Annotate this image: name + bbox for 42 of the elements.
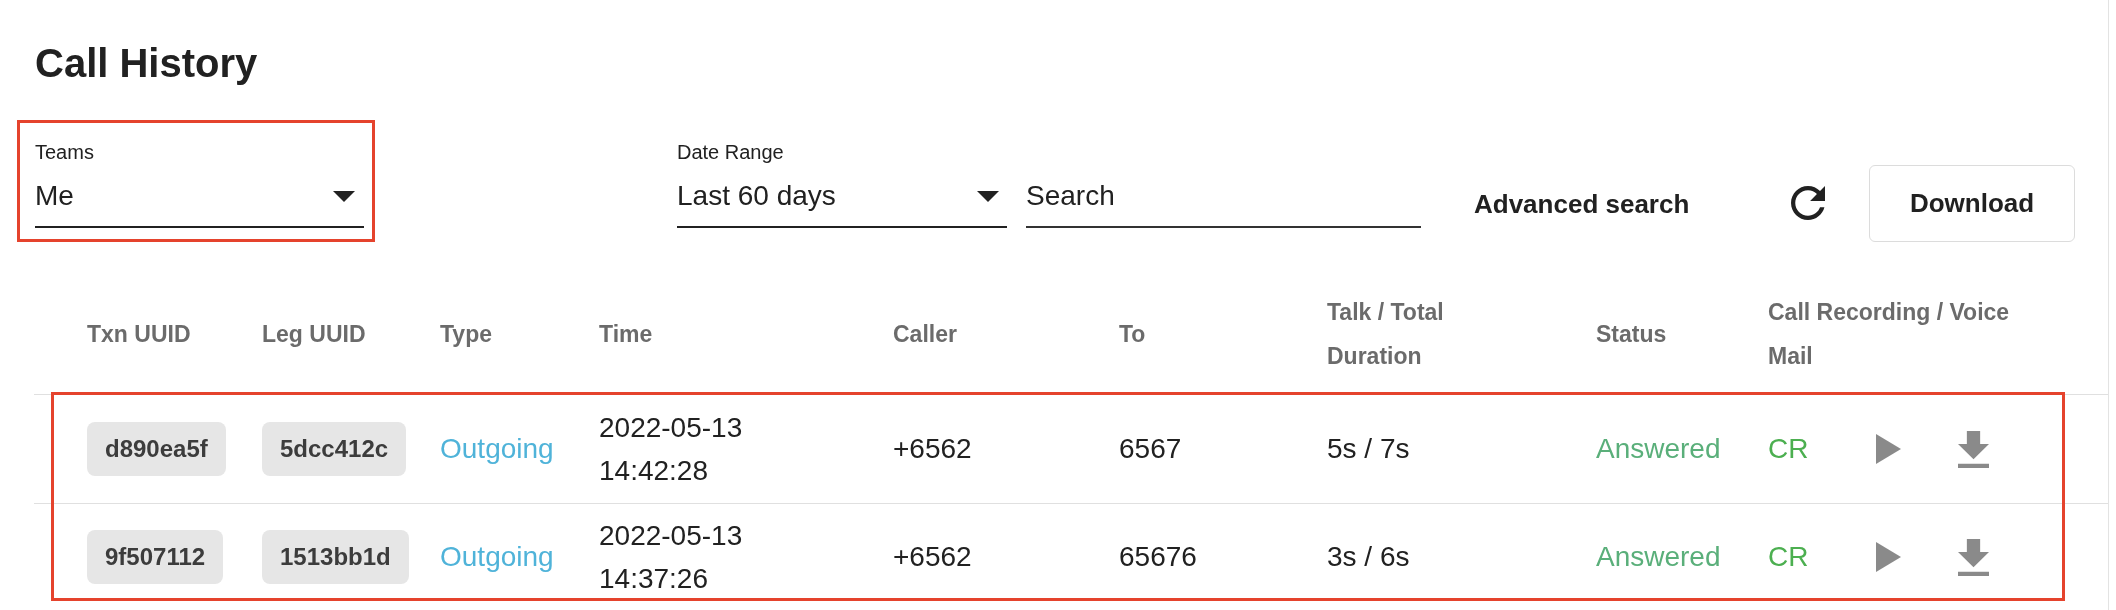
field-label: Date Range (677, 140, 784, 164)
teams-select[interactable]: Me (35, 178, 364, 228)
field-label: Teams (35, 140, 94, 164)
column-header: Status (1596, 320, 1667, 349)
column-header: Time (599, 320, 653, 349)
refresh-icon[interactable] (1791, 186, 1825, 220)
call-duration: 3s / 6s (1327, 540, 1410, 574)
leg-uuid-chip: 5dcc412c (262, 422, 407, 476)
advanced-search-button[interactable]: Advanced search (1474, 188, 1690, 220)
column-header: Talk / Total Duration (1327, 298, 1445, 371)
call-type: Outgoing (440, 432, 554, 466)
page-title: Call History (35, 43, 258, 83)
play-icon[interactable] (1876, 542, 1902, 572)
caller-number: +6562 (893, 540, 972, 574)
caret-icon (333, 191, 355, 202)
callee-number: 65676 (1119, 540, 1197, 574)
call-duration: 5s / 7s (1327, 432, 1410, 466)
call-status: Answered (1596, 540, 1721, 574)
search-field[interactable]: Search (1026, 178, 1421, 228)
date-range-select[interactable]: Last 60 days (677, 178, 1007, 228)
column-header: Call Recording / Voice Mail (1768, 298, 2011, 371)
callee-number: 6567 (1119, 432, 1182, 466)
play-icon[interactable] (1876, 434, 1902, 464)
download-icon[interactable] (1958, 430, 1990, 468)
column-header: Type (440, 320, 492, 349)
caret-icon (977, 191, 999, 202)
call-status: Answered (1596, 432, 1721, 466)
call-type: Outgoing (440, 540, 554, 574)
column-header: Txn UUID (87, 320, 191, 349)
column-header: To (1119, 320, 1146, 349)
column-header: Caller (893, 320, 957, 349)
txn-uuid-chip: d890ea5f (87, 422, 226, 476)
caller-number: +6562 (893, 432, 972, 466)
txn-uuid-chip: 9f507112 (87, 530, 224, 584)
call-time: 2022-05-13 14:37:26 (599, 519, 744, 596)
recording-label: CR (1768, 432, 1809, 466)
leg-uuid-chip: 1513bb1d (262, 530, 409, 584)
column-header: Leg UUID (262, 320, 366, 349)
download-button[interactable]: Download (1869, 165, 2075, 242)
download-icon[interactable] (1958, 538, 1990, 576)
call-time: 2022-05-13 14:42:28 (599, 411, 744, 488)
recording-label: CR (1768, 540, 1809, 574)
